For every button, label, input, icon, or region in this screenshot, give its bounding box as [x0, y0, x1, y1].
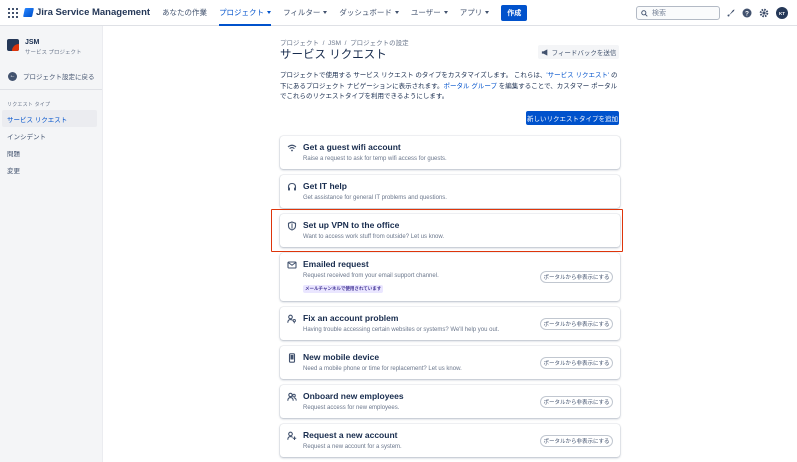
request-type-title: Get IT help [303, 181, 347, 191]
back-label: プロジェクト設定に戻る [23, 74, 95, 81]
nav-apps[interactable]: アプリ [460, 0, 490, 26]
sidebar-item-problems[interactable]: 問題 [0, 144, 102, 161]
nav-dashboards[interactable]: ダッシュボード [339, 0, 399, 26]
top-navigation: Jira Service Management あなたの作業 プロジェクト フィ… [0, 0, 797, 26]
shield-icon [287, 221, 297, 231]
request-type-title: Onboard new employees [303, 391, 404, 401]
request-type-card[interactable]: New mobile device Need a mobile phone or… [280, 346, 620, 379]
hide-from-portal-button[interactable]: ポータルから非表示にする [540, 271, 613, 283]
add-request-type-button[interactable]: 新しいリクエストタイプを追加 [526, 111, 619, 125]
nav-your-work[interactable]: あなたの作業 [162, 0, 207, 26]
service-requests-link[interactable]: 'サービス リクエスト' [546, 72, 609, 79]
sidebar-section-label: リクエスト タイプ [7, 102, 51, 108]
headset-icon [287, 182, 297, 191]
hide-from-portal-button[interactable]: ポータルから非表示にする [540, 357, 613, 369]
request-type-description: Request a new account for a system. [303, 444, 402, 450]
sidebar-item-service-requests[interactable]: サービス リクエスト [2, 110, 97, 127]
request-type-description: Want to access work stuff from outside? … [303, 234, 445, 240]
avatar[interactable]: KT [776, 7, 788, 19]
project-name: JSM [25, 39, 40, 46]
project-sidebar: JSM サービス プロジェクト ← プロジェクト設定に戻る リクエスト タイプ … [0, 26, 103, 462]
jira-logo-icon [23, 8, 34, 17]
chevron-down-icon [485, 11, 490, 14]
search-icon [641, 9, 648, 17]
hide-from-portal-button[interactable]: ポータルから非表示にする [540, 318, 613, 330]
nav-projects[interactable]: プロジェクト [219, 0, 272, 26]
create-button[interactable]: 作成 [501, 4, 528, 21]
request-type-description: Request access for new employees. [303, 405, 400, 411]
arrow-left-icon: ← [8, 71, 17, 81]
project-type: サービス プロジェクト [25, 50, 82, 56]
request-type-description: Request received from your email support… [303, 273, 439, 279]
notification-rocket-icon[interactable] [726, 8, 736, 18]
request-type-description: Having trouble accessing certain website… [303, 327, 500, 333]
sidebar-item-incidents[interactable]: インシデント [0, 127, 102, 144]
project-avatar-icon [7, 39, 19, 51]
chevron-down-icon [323, 11, 328, 14]
page-description: プロジェクトで使用する サービス リクエスト のタイプをカスタマイズします。 こ… [280, 72, 618, 100]
sidebar-item-changes[interactable]: 変更 [0, 161, 102, 178]
settings-gear-icon[interactable] [759, 8, 769, 18]
request-type-card[interactable]: Emailed request Request received from yo… [280, 253, 620, 301]
search-input[interactable]: 検索 [636, 6, 720, 20]
request-type-card[interactable]: Get IT help Get assistance for general I… [280, 175, 620, 208]
request-type-title: Request a new account [303, 430, 398, 440]
request-type-title: Fix an account problem [303, 313, 399, 323]
jira-logo[interactable]: Jira Service Management [23, 7, 151, 18]
request-type-title: Set up VPN to the office [303, 220, 400, 230]
project-header[interactable]: JSM サービス プロジェクト [0, 26, 102, 56]
request-type-card[interactable]: Set up VPN to the office Want to access … [280, 214, 620, 247]
help-icon[interactable]: ? [742, 8, 752, 18]
request-type-description: Need a mobile phone or time for replacem… [303, 366, 462, 372]
wifi-icon [287, 144, 297, 152]
envelope-icon [287, 261, 297, 269]
chevron-down-icon [267, 11, 272, 14]
request-type-card[interactable]: Fix an account problem Having trouble ac… [280, 307, 620, 340]
users-icon [287, 392, 297, 401]
request-type-description: Get assistance for general IT problems a… [303, 195, 447, 201]
chevron-down-icon [394, 11, 399, 14]
svg-text:?: ? [745, 10, 749, 17]
portal-groups-link[interactable]: ポータル グループ [444, 83, 497, 90]
nav-filters[interactable]: フィルター [283, 0, 328, 26]
feedback-button[interactable]: フィードバックを送信 [538, 45, 619, 59]
hide-from-portal-button[interactable]: ポータルから非表示にする [540, 396, 613, 408]
chevron-down-icon [443, 11, 448, 14]
hide-from-portal-button[interactable]: ポータルから非表示にする [540, 435, 613, 447]
app-switcher-icon[interactable] [8, 7, 18, 18]
user-key-icon [287, 314, 296, 324]
search-placeholder: 検索 [652, 10, 666, 17]
request-type-card[interactable]: Request a new account Request a new acco… [280, 424, 620, 457]
back-to-project-settings[interactable]: ← プロジェクト設定に戻る [0, 56, 102, 81]
megaphone-icon [541, 48, 547, 56]
user-add-icon [287, 431, 297, 440]
email-channel-badge: メールチャンネルで使用されています [303, 285, 384, 293]
request-type-title: New mobile device [303, 352, 380, 362]
request-type-title: Get a guest wifi account [303, 142, 401, 152]
logo-text: Jira Service Management [36, 7, 151, 18]
mobile-icon [288, 353, 296, 363]
request-type-title: Emailed request [303, 259, 369, 269]
request-type-card[interactable]: Onboard new employees Request access for… [280, 385, 620, 418]
page-title: サービス リクエスト [280, 49, 387, 61]
nav-people[interactable]: ユーザー [411, 0, 448, 26]
request-type-description: Raise a request to ask for temp wifi acc… [303, 156, 447, 162]
request-type-card[interactable]: Get a guest wifi account Raise a request… [280, 136, 620, 169]
